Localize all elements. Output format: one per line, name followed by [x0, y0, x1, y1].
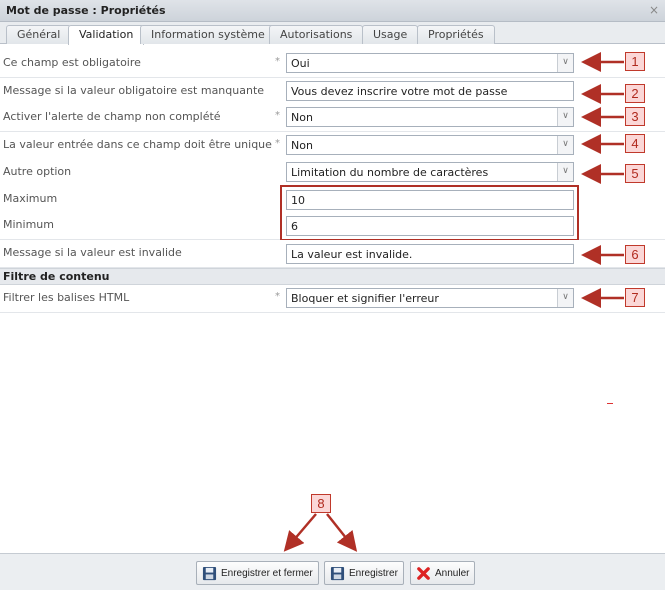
save-close-icon — [202, 566, 217, 580]
callout-7: 7 — [625, 288, 645, 307]
save-label: Enregistrer — [349, 567, 398, 579]
annotation-arrows — [283, 52, 624, 552]
callout-2: 2 — [625, 84, 645, 103]
callout-8: 8 — [311, 494, 331, 513]
cancel-button[interactable]: Annuler — [410, 561, 476, 585]
callout-arrow-8a — [283, 513, 317, 552]
callout-4: 4 — [625, 134, 645, 153]
save-close-label: Enregistrer et fermer — [221, 567, 313, 579]
save-icon — [330, 566, 345, 580]
cancel-label: Annuler — [435, 567, 470, 579]
callout-arrow-8b — [326, 513, 358, 552]
callout-6: 6 — [625, 245, 645, 264]
callout-5: 5 — [625, 164, 645, 183]
cancel-x-icon — [417, 566, 430, 580]
callout-1: 1 — [625, 52, 645, 71]
callout-3: 3 — [625, 107, 645, 126]
stray-mark — [607, 403, 613, 404]
save-button[interactable]: Enregistrer — [324, 561, 404, 585]
save-close-button[interactable]: Enregistrer et fermer — [196, 561, 319, 585]
dialog-footer: Enregistrer et fermer Enregistrer Annule… — [0, 553, 665, 590]
